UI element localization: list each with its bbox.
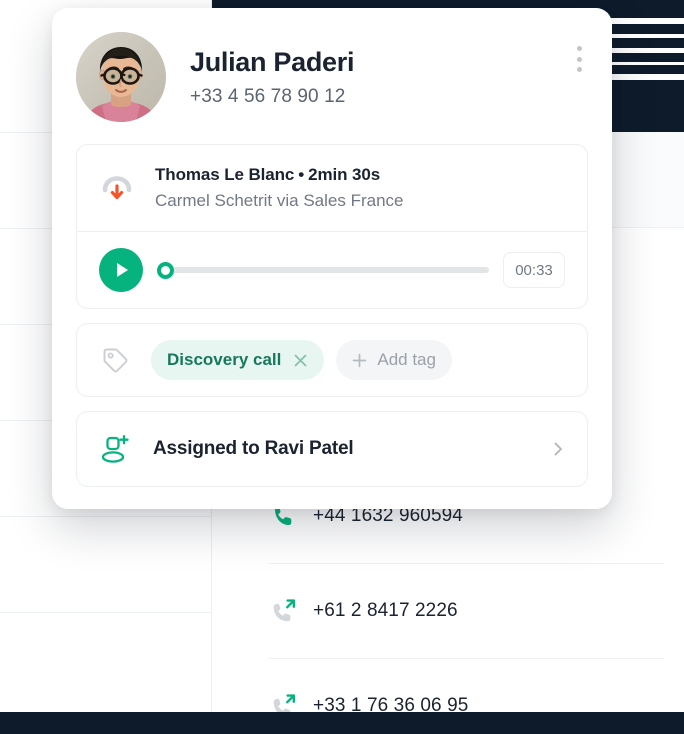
contact-phone: +33 4 56 78 90 12 — [190, 86, 346, 108]
audio-scrubber[interactable] — [157, 261, 489, 279]
call-record-panel: Thomas Le Blanc • 2min 30s Carmel Schetrit… — [76, 144, 588, 309]
call-duration: 2min 30s — [308, 165, 381, 184]
assignment-panel: Assigned to Ravi Patel — [76, 411, 588, 487]
tag-outline-icon — [99, 344, 131, 376]
contact-name: Julian Paderi — [190, 46, 355, 77]
call-info-row: Thomas Le Blanc • 2min 30s Carmel Schetrit… — [77, 145, 587, 231]
call-route: Carmel Schetrit via Sales France — [155, 191, 404, 210]
assignment-row[interactable]: Assigned to Ravi Patel — [77, 412, 587, 486]
list-item[interactable]: +61 2 8417 2226 — [213, 563, 684, 658]
add-tag-button[interactable]: Add tag — [336, 340, 452, 380]
call-info-texts: Thomas Le Blanc • 2min 30s Carmel Schetrit… — [155, 165, 403, 211]
kebab-menu-icon[interactable] — [566, 42, 592, 76]
audio-time-display: 00:33 — [503, 252, 565, 288]
chevron-right-icon[interactable] — [551, 442, 565, 456]
tag-pill-discovery-call[interactable]: Discovery call — [151, 340, 325, 380]
call-detail-card: Julian Paderi +33 4 56 78 90 12 Thomas L… — [52, 8, 612, 509]
assignment-label: Assigned to Ravi Patel — [153, 438, 354, 459]
screenshot-root: +44 1632 960594 +61 2 8417 2226 +33 1 76… — [0, 0, 684, 734]
add-tag-label: Add tag — [377, 350, 436, 369]
scrubber-track[interactable] — [172, 267, 489, 273]
background-dark-footer — [0, 712, 684, 734]
caller-name: Thomas Le Blanc — [155, 165, 295, 184]
tags-panel: Discovery call Add tag — [76, 323, 588, 397]
play-triangle-icon — [117, 263, 128, 277]
user-add-icon — [99, 432, 133, 466]
scrubber-knob-icon[interactable] — [157, 261, 174, 279]
close-x-icon[interactable] — [293, 353, 308, 368]
separator-dot: • — [298, 165, 305, 184]
tags-row: Discovery call Add tag — [77, 324, 587, 396]
card-header: Julian Paderi +33 4 56 78 90 12 — [52, 8, 612, 144]
play-button[interactable] — [99, 248, 143, 292]
phone-outgoing-icon — [269, 596, 299, 626]
plus-icon — [352, 353, 367, 368]
call-caller-line: Thomas Le Blanc • 2min 30s — [155, 165, 403, 185]
contact-identity: Julian Paderi +33 4 56 78 90 12 — [190, 46, 354, 108]
avatar — [76, 32, 166, 122]
tag-label: Discovery call — [167, 350, 282, 369]
incoming-call-arrow-down-icon — [99, 170, 135, 206]
call-number: +61 2 8417 2226 — [313, 599, 458, 621]
audio-player-row: 00:33 — [77, 231, 587, 308]
